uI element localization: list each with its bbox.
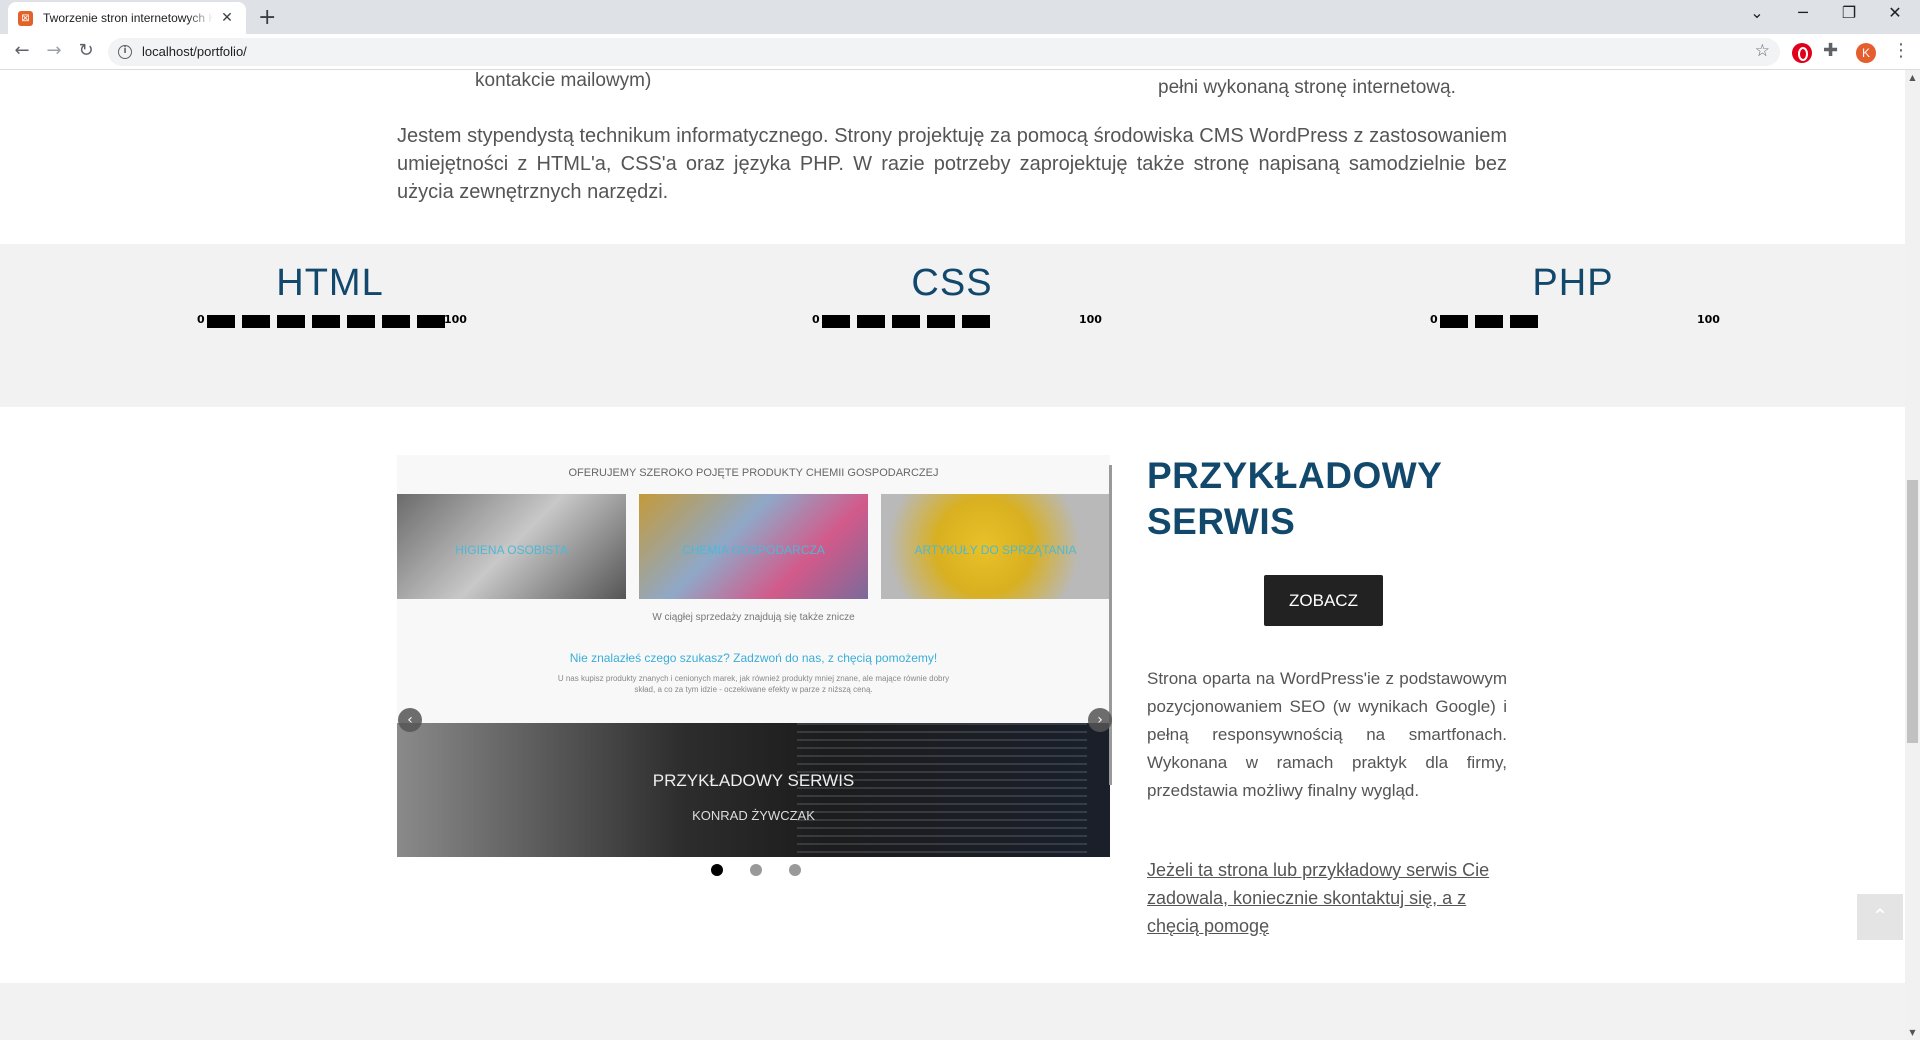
- page-scrollbar[interactable]: ▲ ▼: [1905, 70, 1920, 1040]
- slide-banner: PRZYKŁADOWY SERWIS KONRAD ŻYWCZAK: [397, 723, 1110, 857]
- scroll-to-top-button[interactable]: ⌃: [1857, 894, 1903, 940]
- slider-prev-arrow-icon[interactable]: ‹: [398, 708, 422, 732]
- slide-card-label: HIGIENA OSOBISTA: [455, 543, 568, 557]
- tab-title: Tworzenie stron internetowych Konrad Żyw…: [43, 11, 213, 25]
- skill-bar-segment: [382, 315, 410, 328]
- previous-text-fragment-right: pełni wykonaną stronę internetową.: [1158, 77, 1456, 98]
- page-viewport: kontakcie mailowym) pełni wykonaną stron…: [0, 70, 1905, 1040]
- skill-min-label: 0: [1430, 313, 1438, 326]
- about-paragraph: Jestem stypendystą technikum informatycz…: [397, 125, 1507, 203]
- skill-bar-segment: [962, 315, 990, 328]
- skill-name: CSS: [911, 262, 993, 304]
- skill-css: CSS 0 100: [787, 262, 1117, 329]
- skill-bar-segment: [277, 315, 305, 328]
- see-service-button[interactable]: ZOBACZ: [1264, 575, 1383, 626]
- profile-avatar[interactable]: K: [1856, 43, 1876, 63]
- skill-bar-segment: [417, 315, 445, 328]
- slide-card-chemistry: CHEMIA GOSPODARCZA: [639, 494, 868, 599]
- skill-bar-segment: [242, 315, 270, 328]
- slider-dot-2[interactable]: [750, 864, 762, 876]
- skill-bar-segment: [822, 315, 850, 328]
- slider-dot-1[interactable]: [711, 864, 723, 876]
- portfolio-slider: OFERUJEMY SZEROKO POJĘTE PRODUKTY CHEMII…: [397, 455, 1110, 857]
- skill-bar-segment: [1440, 315, 1468, 328]
- forward-arrow-icon[interactable]: →: [42, 40, 66, 61]
- url-text[interactable]: localhost/portfolio/: [142, 44, 247, 59]
- skill-bar-segment: [1475, 315, 1503, 328]
- bookmark-star-icon[interactable]: ☆: [1755, 41, 1770, 61]
- minimize-button[interactable]: ─: [1780, 3, 1826, 22]
- skill-bar-segment: [347, 315, 375, 328]
- skill-bar: 0 100: [787, 309, 1117, 329]
- restore-button[interactable]: ❐: [1826, 3, 1872, 22]
- site-info-icon[interactable]: i: [118, 45, 132, 59]
- next-section-band: [0, 983, 1905, 1040]
- back-arrow-icon[interactable]: ←: [10, 40, 34, 61]
- slider-next-arrow-icon[interactable]: ›: [1088, 708, 1112, 732]
- service-title: PRZYKŁADOWY SERWIS: [1147, 453, 1442, 545]
- skill-max-label: 100: [444, 313, 467, 326]
- slider-scroll-indicator: [1109, 465, 1112, 785]
- slide-note: W ciągłej sprzedaży znajdują się także z…: [652, 612, 855, 623]
- slide-card-label: CHEMIA GOSPODARCZA: [682, 543, 825, 557]
- skill-bar: 0 100: [1408, 309, 1738, 329]
- skill-bar-segment: [1510, 315, 1538, 328]
- browser-menu-icon[interactable]: ⋮: [1892, 40, 1910, 61]
- slide-banner-title: PRZYKŁADOWY SERWIS: [652, 771, 855, 790]
- tab-search-icon[interactable]: ⌄: [1734, 3, 1780, 22]
- xampp-icon: ⊠: [18, 10, 33, 26]
- skill-bar-segment: [892, 315, 920, 328]
- slide-card-cleaning: ARTYKUŁY DO SPRZĄTANIA: [881, 494, 1110, 599]
- opera-extension-icon[interactable]: [1792, 43, 1812, 63]
- slide-cta: Nie znalazłeś czego szukasz? Zadzwoń do …: [569, 651, 938, 665]
- tab-strip: ⊠ Tworzenie stron internetowych Konrad Ż…: [0, 0, 1920, 34]
- skill-html: HTML 0 100: [165, 262, 495, 329]
- browser-tab[interactable]: ⊠ Tworzenie stron internetowych Konrad Ż…: [8, 2, 246, 34]
- skill-bar-segment: [927, 315, 955, 328]
- skill-bar-segment: [312, 315, 340, 328]
- close-window-button[interactable]: ✕: [1872, 3, 1918, 22]
- slide-small-text: U nas kupisz produkty znanych i cenionyc…: [557, 674, 950, 694]
- skill-name: PHP: [1532, 262, 1614, 304]
- skills-section: HTML 0 100 CSS 0 100 PHP 0 100: [0, 244, 1905, 407]
- tab-close-icon[interactable]: ✕: [219, 10, 235, 26]
- scroll-up-arrow-icon[interactable]: ▲: [1905, 70, 1920, 85]
- skill-bar: 0 100: [165, 309, 495, 329]
- skill-name: HTML: [276, 262, 384, 304]
- browser-toolbar: ← → ↻ i localhost/portfolio/ ☆ ✚ K ⋮: [0, 34, 1920, 70]
- slide-heading: OFERUJEMY SZEROKO POJĘTE PRODUKTY CHEMII…: [568, 467, 939, 479]
- slide-card-hygiene: HIGIENA OSOBISTA: [397, 494, 626, 599]
- slider-dot-3[interactable]: [789, 864, 801, 876]
- skill-max-label: 100: [1697, 313, 1720, 326]
- scroll-down-arrow-icon[interactable]: ▼: [1905, 1025, 1920, 1040]
- address-bar[interactable]: i localhost/portfolio/ ☆: [108, 38, 1780, 66]
- skill-min-label: 0: [812, 313, 820, 326]
- contact-link[interactable]: Jeżeli ta strona lub przykładowy serwis …: [1147, 856, 1512, 940]
- scrollbar-thumb[interactable]: [1907, 480, 1918, 743]
- slide-card-label: ARTYKUŁY DO SPRZĄTANIA: [914, 543, 1077, 557]
- skill-bar-segment: [857, 315, 885, 328]
- new-tab-button[interactable]: +: [258, 5, 276, 30]
- extensions-puzzle-icon[interactable]: ✚: [1823, 40, 1843, 61]
- previous-text-fragment-left: kontakcie mailowym): [475, 70, 652, 91]
- skill-max-label: 100: [1079, 313, 1102, 326]
- service-description: Strona oparta na WordPress'ie z podstawo…: [1147, 669, 1507, 800]
- skill-bar-segment: [207, 315, 235, 328]
- reload-icon[interactable]: ↻: [74, 40, 98, 61]
- skill-min-label: 0: [197, 313, 205, 326]
- slide-banner-subtitle: KONRAD ŻYWCZAK: [692, 808, 815, 823]
- service-title-line1: PRZYKŁADOWY: [1147, 455, 1443, 496]
- skill-php: PHP 0 100: [1408, 262, 1738, 329]
- service-title-line2: SERWIS: [1147, 501, 1296, 542]
